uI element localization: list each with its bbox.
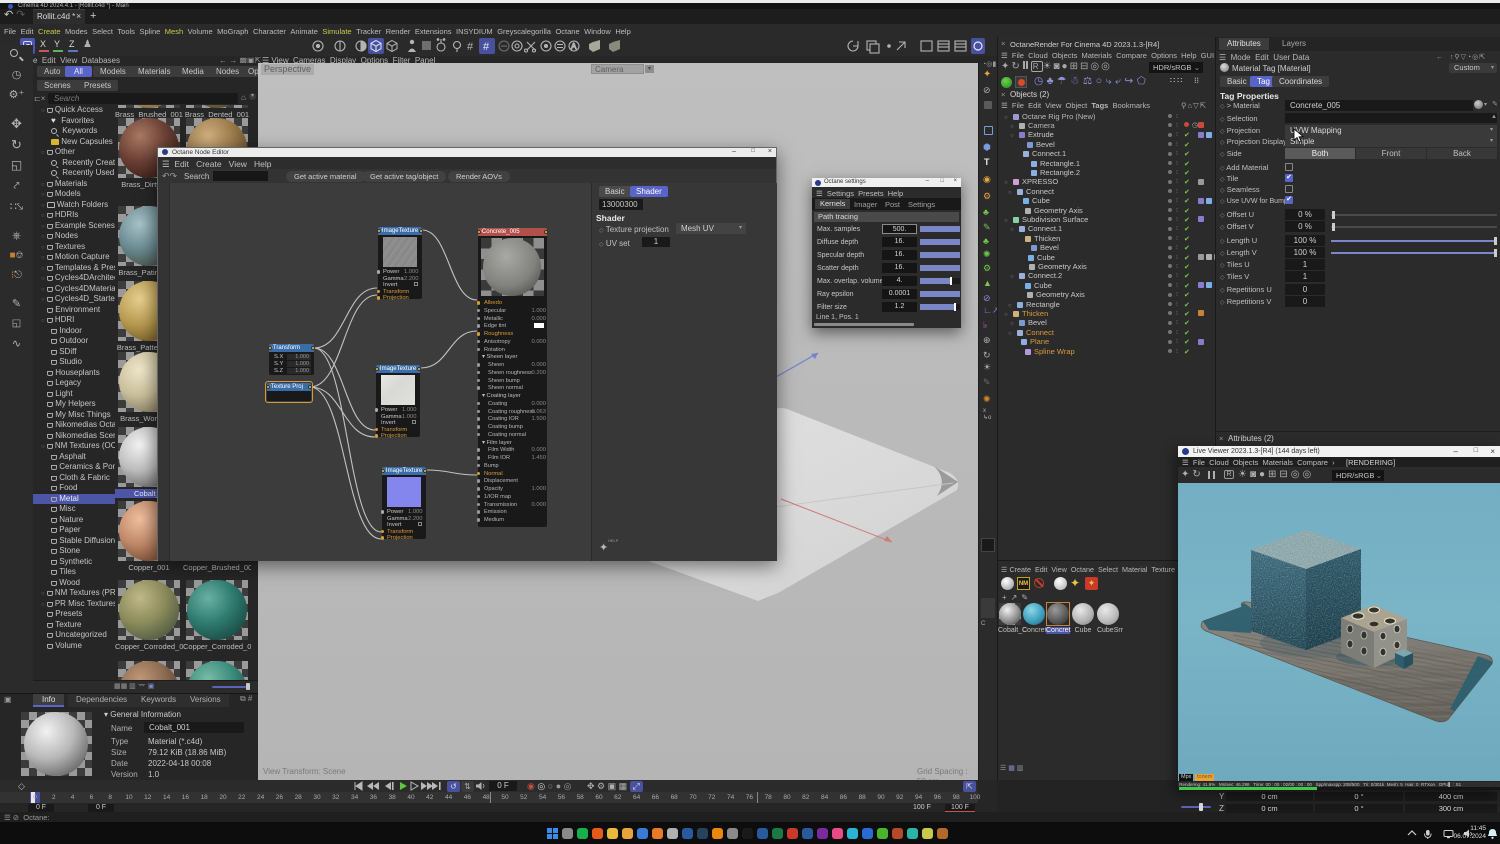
svg-text:#: # bbox=[467, 41, 474, 53]
svg-text:#: # bbox=[483, 41, 490, 53]
svg-text:A: A bbox=[571, 42, 577, 51]
